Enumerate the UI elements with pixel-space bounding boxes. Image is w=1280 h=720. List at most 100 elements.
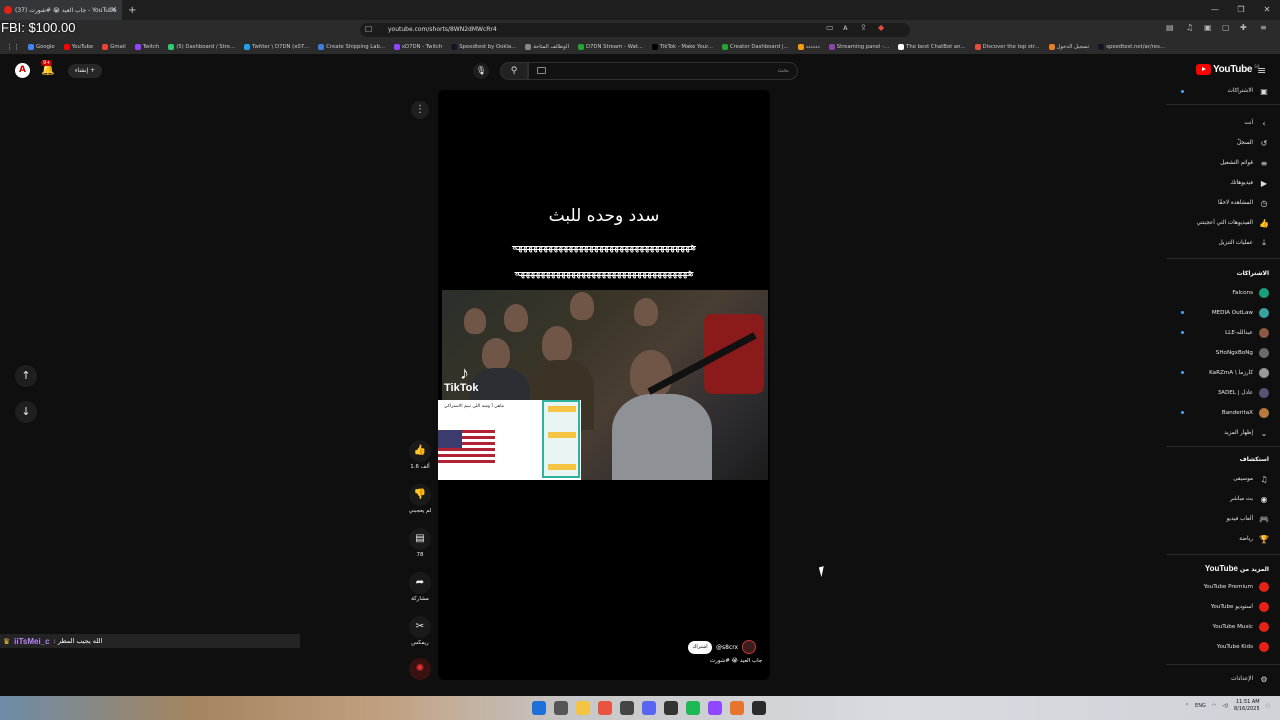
bookmark-item[interactable]: Streaming panel -... (828, 44, 889, 50)
notifications-icon[interactable]: 🔔 9+ (41, 60, 55, 76)
sidebar-item-explore[interactable]: بث مباشر ◉ (1230, 492, 1269, 506)
sidebar-item-more[interactable]: YouTube Kids (1217, 640, 1269, 654)
terminal-icon[interactable] (752, 701, 766, 715)
video-caption[interactable]: جاب العيد 😭 #شورت (710, 658, 762, 664)
bookmark-item[interactable]: دددددد (797, 44, 820, 50)
sidebar-item-channel[interactable]: KaRZmA \ كارزما (1209, 366, 1269, 380)
keyboard-icon[interactable] (537, 67, 546, 74)
maximize-icon[interactable]: ❐ (1228, 0, 1254, 20)
sidebar-item-more[interactable]: YouTube استوديو (1211, 600, 1269, 614)
sidebar-show-more[interactable]: إظهار المزيد ⌄ (1224, 426, 1269, 440)
sidebar-item-channel[interactable]: SHoNgxBoNg (1216, 346, 1269, 360)
notifications-tray-icon[interactable]: ◌ (1266, 703, 1270, 709)
translate-icon[interactable]: ᴀ (843, 23, 848, 32)
bookmark-icon[interactable]: ☐ (365, 23, 372, 37)
avatar[interactable]: A (15, 63, 30, 78)
bookmark-item[interactable]: تسجيل الدخول (1048, 44, 1089, 50)
sidebar-item-channel[interactable]: BanderitaX (1222, 406, 1269, 420)
close-tab-icon[interactable]: ✕ (110, 5, 117, 14)
bookmark-item[interactable]: TikTok - Make Your... (651, 44, 713, 50)
browser-tab[interactable]: (37) جاب العيد 😭 #شورت - YouTube ✕ (0, 0, 122, 20)
channel-handle[interactable]: @s8crx (716, 644, 738, 651)
minimize-icon[interactable]: — (1202, 0, 1228, 20)
more-options-icon[interactable]: ⋮ (411, 101, 429, 119)
sidebar-item-you[interactable]: الفيديوهات التي أعجبتني 👍 (1197, 216, 1269, 230)
channel-avatar[interactable] (742, 640, 757, 654)
subscribe-button[interactable]: اشتراك (688, 640, 712, 654)
sidebar-item-subscriptions[interactable]: الاشتراكات ▣ (1228, 84, 1269, 98)
cast-icon[interactable]: ▭ (826, 23, 834, 32)
sidebar-item-explore[interactable]: موسيقى ♫ (1233, 472, 1269, 486)
previous-short-button[interactable]: ↑ (15, 365, 37, 387)
app-icon[interactable] (730, 701, 744, 715)
sidebar-item-channel[interactable]: Falcons (1232, 286, 1269, 300)
sidebar-item-you[interactable]: المشاهدة لاحقًا ◷ (1218, 196, 1269, 210)
sidebar-item-channel[interactable]: MEDIA OutLaw (1212, 306, 1269, 320)
search-taskbar-icon[interactable] (554, 701, 568, 715)
sidebar-item-channel[interactable]: LLE-عبدالله (1225, 326, 1269, 340)
sidebar-item-you[interactable]: فيديوهاتك ▶ (1230, 176, 1269, 190)
bookmark-item[interactable]: Discover the top str... (974, 44, 1040, 50)
sidebar-item-channel[interactable]: 3ADEL | عادل (1218, 386, 1269, 400)
brave-browser-icon[interactable] (598, 701, 612, 715)
sidebar-you-header[interactable]: أنت ‹ (1244, 116, 1269, 130)
share-icon[interactable]: ⇪ (860, 23, 867, 32)
tray-chevron-icon[interactable]: ⌃ (1185, 703, 1189, 709)
twitch-icon[interactable] (708, 701, 722, 715)
hamburger-menu-icon[interactable]: ≡ (1257, 64, 1266, 77)
like-button[interactable]: 👍 1.6 ألف (405, 440, 435, 470)
bookmark-item[interactable]: Gmail (102, 44, 126, 50)
sound-button[interactable]: ✺ (405, 658, 435, 680)
voice-search-icon[interactable]: 🎙 (473, 63, 489, 79)
share-button[interactable]: ➦ مشاركة (405, 572, 435, 602)
remix-button[interactable]: ✂ ريمكس (405, 616, 435, 646)
brave-shield-icon[interactable]: ◆ (878, 23, 884, 32)
steam-icon[interactable] (664, 701, 678, 715)
close-window-icon[interactable]: ✕ (1254, 0, 1280, 20)
bookmark-item[interactable]: Creator Dashboard |... (721, 44, 789, 50)
search-input[interactable]: بحث (528, 62, 798, 80)
wallet-icon[interactable]: ▢ (1222, 23, 1230, 32)
sidebar-item-more[interactable]: YouTube Music (1213, 620, 1269, 634)
bookmark-item[interactable]: xD7DN - Twitch (393, 44, 442, 50)
sidebar-toggle-icon[interactable]: ▤ (1166, 23, 1174, 32)
menu-icon[interactable]: ≡ (1260, 23, 1267, 32)
sidebar-item-explore[interactable]: رياضة 🏆 (1239, 532, 1269, 546)
clock[interactable]: 11:51 AM 8/16/2025 (1234, 699, 1260, 713)
obs-icon[interactable] (620, 701, 634, 715)
file-explorer-icon[interactable] (576, 701, 590, 715)
comments-button[interactable]: ▤ 78 (405, 528, 435, 558)
vpn-icon[interactable]: ✚ (1240, 23, 1247, 32)
bookmark-item[interactable]: الوظائف المتاحة (525, 44, 569, 50)
bookmark-item[interactable]: Google (28, 44, 55, 50)
shorts-player[interactable]: سدد وحده للبث هههههههههههههههههههههههههه… (438, 90, 770, 680)
dislike-button[interactable]: 👎 لم يعجبني (405, 484, 435, 514)
sidebar-item-more[interactable]: YouTube Premium (1204, 580, 1269, 594)
sidebar-item-you[interactable]: قوائم التشغيل ≡ (1220, 156, 1269, 170)
start-icon[interactable] (532, 701, 546, 715)
bookmark-item[interactable]: (5) Dashboard / Stre... (168, 44, 235, 50)
search-icon[interactable]: ⚲ (500, 62, 528, 80)
media-icon[interactable]: ♫ (1186, 23, 1193, 32)
bookmark-item[interactable]: The best ChatBot an... (898, 44, 966, 50)
bookmark-item[interactable]: D7DN Stream - Wat... (577, 44, 643, 50)
create-button[interactable]: إنشاء + (68, 64, 102, 78)
extensions-icon[interactable]: ▣ (1204, 23, 1212, 32)
bookmark-item[interactable]: Twitter \ D7DN (x07... (244, 44, 309, 50)
wifi-icon[interactable]: ◠ (1212, 703, 1216, 709)
bookmark-item[interactable]: Twitch (134, 44, 159, 50)
youtube-logo[interactable]: YouTube SA (1196, 64, 1260, 75)
discord-icon[interactable] (642, 701, 656, 715)
sidebar-item-settings[interactable]: الإعدادات ⚙ (1231, 672, 1269, 686)
language-indicator[interactable]: ENG (1195, 703, 1206, 709)
next-short-button[interactable]: ↓ (15, 401, 37, 423)
apps-grid-icon[interactable]: ⋮⋮ (6, 43, 20, 51)
sidebar-item-you[interactable]: السجلّ ↺ (1237, 136, 1269, 150)
new-tab-icon[interactable]: + (128, 5, 136, 16)
sidebar-item-explore[interactable]: ألعاب فيديو 🎮 (1227, 512, 1269, 526)
bookmark-item[interactable]: Create Shipping Lab... (318, 44, 385, 50)
volume-icon[interactable]: ◁) (1222, 703, 1228, 709)
bookmark-item[interactable]: Speedtest by Ookla... (451, 44, 516, 50)
sidebar-item-you[interactable]: عمليات التنزيل ⤓ (1219, 236, 1269, 250)
bookmark-item[interactable]: YouTube (63, 44, 93, 50)
